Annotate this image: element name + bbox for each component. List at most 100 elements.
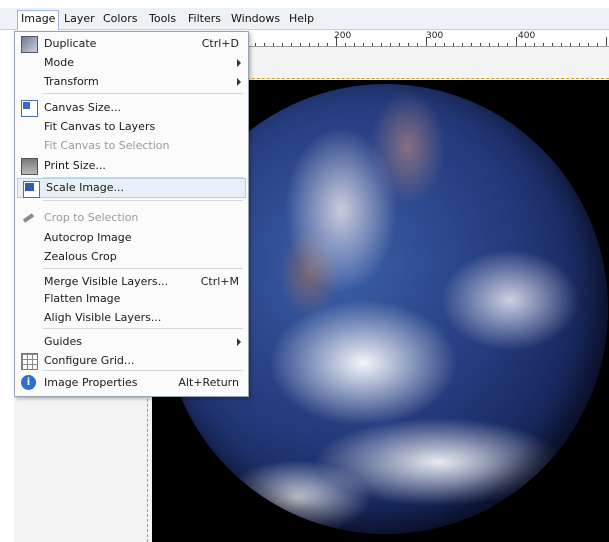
shortcut-label: Ctrl+D bbox=[201, 37, 239, 50]
menu-item-label: Guides bbox=[44, 335, 83, 348]
menu-item-label: Scale Image... bbox=[46, 181, 125, 194]
ruler-tick bbox=[372, 43, 373, 46]
info-icon: i bbox=[21, 375, 36, 390]
menu-item-label: Fit Canvas to Selection bbox=[44, 139, 170, 152]
ruler-tick bbox=[399, 43, 400, 46]
menu-item-duplicate[interactable]: Duplicate Ctrl+D bbox=[16, 34, 247, 53]
ruler-tick bbox=[453, 43, 454, 46]
menu-item-transform[interactable]: Transform bbox=[16, 72, 247, 91]
menu-separator bbox=[43, 328, 243, 329]
crop-icon bbox=[21, 210, 36, 225]
ruler-tick bbox=[417, 43, 418, 46]
menu-item-zealous-crop[interactable]: Zealous Crop bbox=[16, 247, 247, 266]
ruler-tick bbox=[435, 43, 436, 46]
menu-item-mode[interactable]: Mode bbox=[16, 53, 247, 72]
ruler-tick bbox=[606, 37, 607, 46]
ruler-tick bbox=[426, 37, 427, 46]
menu-item-fit-canvas-to-layers[interactable]: Fit Canvas to Layers bbox=[16, 117, 247, 136]
ruler-tick bbox=[282, 43, 283, 46]
ruler-tick bbox=[354, 43, 355, 46]
ruler-tick bbox=[543, 43, 544, 46]
menu-item-scale-image[interactable]: Scale Image... bbox=[17, 178, 246, 198]
menu-item-align-visible-layers[interactable]: Aligh Visible Layers... bbox=[16, 308, 247, 327]
ruler-tick bbox=[381, 43, 382, 46]
ruler-tick bbox=[291, 43, 292, 46]
menu-item-canvas-size[interactable]: Canvas Size... bbox=[16, 98, 247, 117]
ruler-tick bbox=[597, 43, 598, 46]
ruler-tick bbox=[561, 43, 562, 46]
ruler-tick bbox=[363, 43, 364, 46]
submenu-arrow-icon bbox=[237, 59, 241, 67]
print-size-icon bbox=[21, 158, 38, 175]
ruler-tick bbox=[300, 43, 301, 46]
shortcut-label: Alt+Return bbox=[178, 376, 239, 389]
ruler-tick bbox=[327, 43, 328, 46]
menu-item-configure-grid[interactable]: Configure Grid... bbox=[16, 351, 247, 370]
ruler-tick bbox=[588, 43, 589, 46]
menu-item-label: Fit Canvas to Layers bbox=[44, 120, 156, 133]
ruler-tick bbox=[345, 43, 346, 46]
menu-separator bbox=[43, 200, 243, 201]
menu-item-label: Canvas Size... bbox=[44, 101, 121, 114]
ruler-tick bbox=[498, 43, 499, 46]
menu-item-label: Crop to Selection bbox=[44, 211, 139, 224]
submenu-arrow-icon bbox=[237, 338, 241, 346]
ruler-tick bbox=[309, 43, 310, 46]
menu-separator bbox=[43, 93, 243, 94]
menu-help[interactable]: Help bbox=[286, 11, 317, 27]
canvas-size-icon bbox=[21, 100, 38, 117]
menu-item-image-properties[interactable]: i Image Properties Alt+Return bbox=[16, 373, 247, 392]
menu-image[interactable]: Image bbox=[17, 10, 60, 30]
ruler-label-400: 400 bbox=[518, 31, 536, 41]
ruler-tick bbox=[552, 43, 553, 46]
menu-item-flatten-image[interactable]: Flatten Image bbox=[16, 289, 247, 308]
duplicate-icon bbox=[21, 36, 38, 53]
menu-item-label: Autocrop Image bbox=[44, 231, 132, 244]
menu-layer[interactable]: Layer bbox=[61, 11, 98, 27]
ruler-tick bbox=[264, 43, 265, 46]
ruler-tick bbox=[480, 43, 481, 46]
ruler-tick bbox=[534, 43, 535, 46]
image-menu-dropdown: Duplicate Ctrl+D Mode Transform Canvas S… bbox=[14, 31, 249, 397]
horizontal-ruler[interactable]: 200 300 400 bbox=[244, 30, 609, 47]
ruler-tick bbox=[318, 43, 319, 46]
menu-item-print-size[interactable]: Print Size... bbox=[16, 156, 247, 175]
menu-item-fit-canvas-to-selection: Fit Canvas to Selection bbox=[16, 136, 247, 155]
menu-separator bbox=[43, 268, 243, 269]
ruler-tick bbox=[336, 37, 337, 46]
ruler-tick bbox=[408, 43, 409, 46]
menu-filters[interactable]: Filters bbox=[185, 11, 224, 27]
ruler-tick bbox=[579, 43, 580, 46]
menu-item-label: Zealous Crop bbox=[44, 250, 117, 263]
ruler-tick bbox=[273, 43, 274, 46]
menu-item-guides[interactable]: Guides bbox=[16, 332, 247, 351]
menu-tools[interactable]: Tools bbox=[146, 11, 179, 27]
ruler-label-300: 300 bbox=[426, 31, 444, 41]
ruler-tick bbox=[444, 43, 445, 46]
menu-item-label: Print Size... bbox=[44, 159, 106, 172]
menu-item-label: Mode bbox=[44, 56, 74, 69]
menu-item-label: Transform bbox=[44, 75, 99, 88]
ruler-tick bbox=[525, 43, 526, 46]
ruler-tick bbox=[507, 43, 508, 46]
menu-item-label: Duplicate bbox=[44, 37, 97, 50]
menu-colors[interactable]: Colors bbox=[100, 11, 140, 27]
menu-item-autocrop-image[interactable]: Autocrop Image bbox=[16, 228, 247, 247]
ruler-tick bbox=[471, 43, 472, 46]
menu-item-label: Configure Grid... bbox=[44, 354, 135, 367]
grid-icon bbox=[21, 353, 38, 370]
ruler-tick bbox=[516, 37, 517, 46]
menu-bar: Image Layer Colors Tools Filters Windows… bbox=[0, 8, 609, 30]
menu-item-crop-to-selection: Crop to Selection bbox=[16, 208, 247, 227]
ruler-tick bbox=[255, 43, 256, 46]
ruler-tick bbox=[462, 43, 463, 46]
menu-item-label: Aligh Visible Layers... bbox=[44, 311, 162, 324]
scale-image-icon bbox=[23, 181, 40, 198]
ruler-tick bbox=[489, 43, 490, 46]
submenu-arrow-icon bbox=[237, 78, 241, 86]
menu-item-label: Image Properties bbox=[44, 376, 138, 389]
menu-separator bbox=[43, 370, 243, 371]
ruler-tick bbox=[390, 43, 391, 46]
menu-windows[interactable]: Windows bbox=[228, 11, 283, 27]
ruler-tick bbox=[570, 43, 571, 46]
